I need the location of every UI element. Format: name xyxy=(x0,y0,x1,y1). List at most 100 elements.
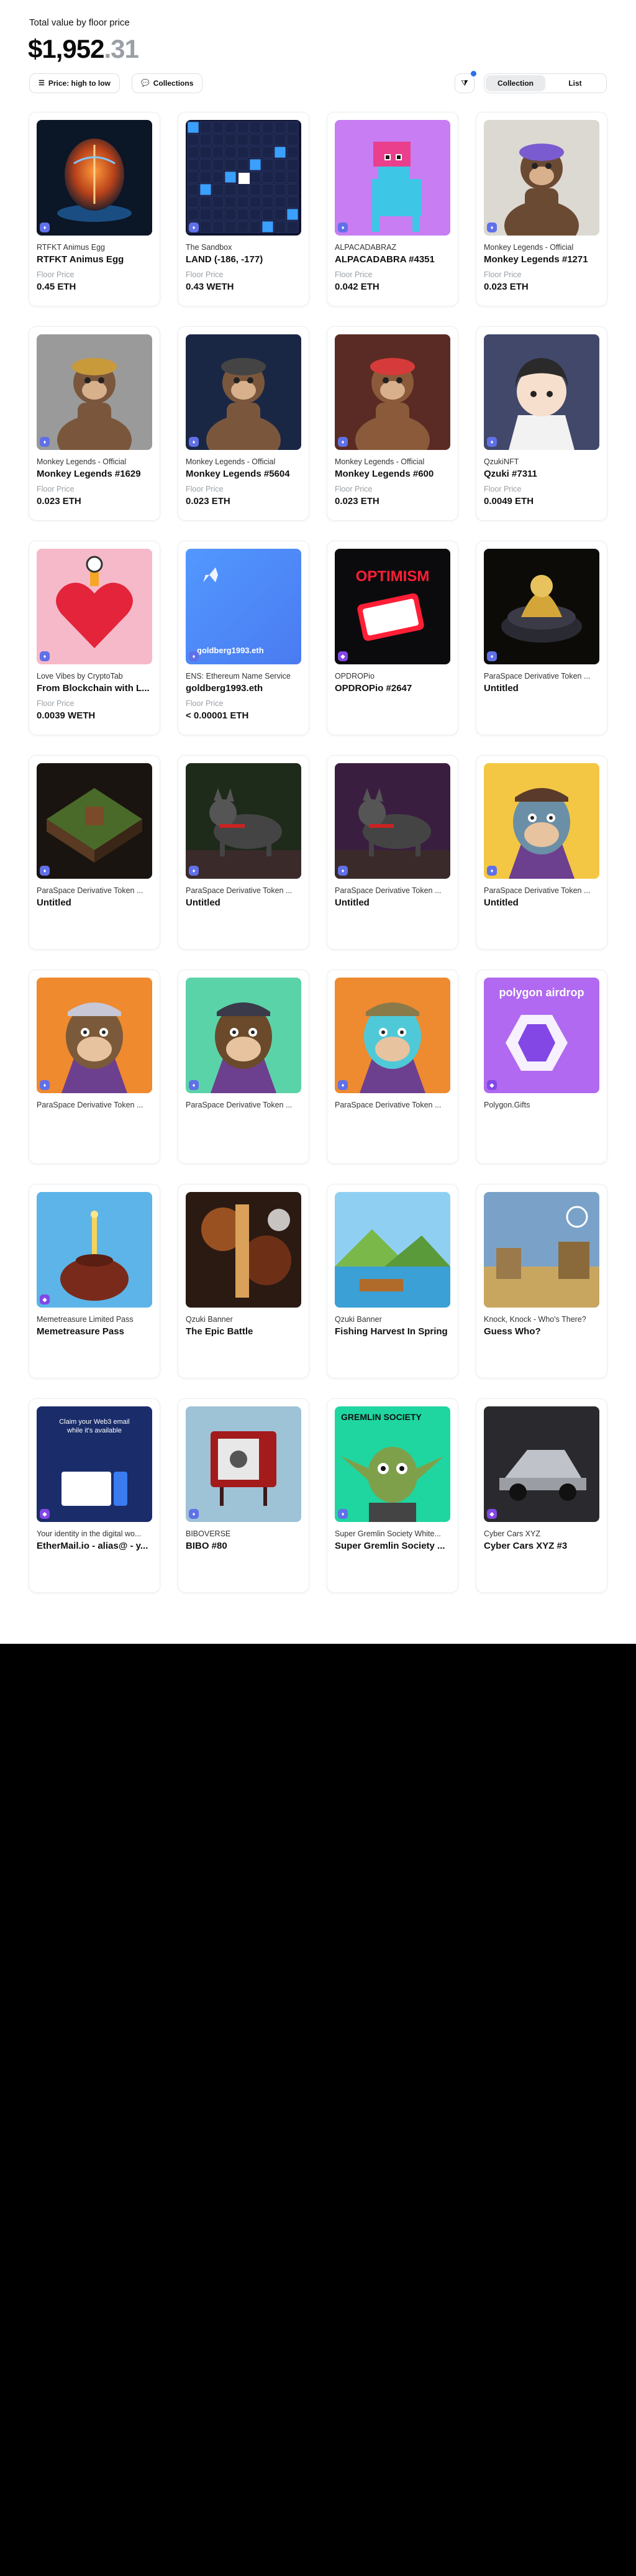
total-value-main: $1,952 xyxy=(28,34,104,63)
nft-card[interactable]: ♦ ParaSpace Derivative Token ... xyxy=(29,969,160,1164)
sort-button[interactable]: ☰ Price: high to low xyxy=(29,73,120,93)
nft-collection-name: Super Gremlin Society White... xyxy=(335,1529,441,1538)
nft-name: Monkey Legends #1629 xyxy=(37,469,141,479)
floor-price-value: 0.023 ETH xyxy=(335,496,379,506)
svg-text:while it's available: while it's available xyxy=(66,1427,122,1434)
nft-collection-name: ParaSpace Derivative Token ... xyxy=(484,886,591,895)
polygon-icon: ◆ xyxy=(40,1509,50,1519)
nft-image: ♦ xyxy=(335,978,450,1093)
ethereum-icon: ♦ xyxy=(40,1080,50,1090)
nft-card[interactable]: Claim your Web3 email while it's availabl… xyxy=(29,1398,160,1593)
floor-price-label: Floor Price xyxy=(186,699,224,708)
nft-collection-name: Qzuki Banner xyxy=(335,1315,382,1324)
ethereum-icon: ♦ xyxy=(338,437,348,447)
nft-image: ♦ xyxy=(484,549,599,664)
nft-name: Untitled xyxy=(37,897,71,908)
nft-card[interactable]: ♦ Monkey Legends - Official Monkey Legends… xyxy=(178,326,309,521)
nft-collection-name: RTFKT Animus Egg xyxy=(37,243,105,252)
filter-button[interactable]: ⧩ xyxy=(455,71,476,93)
ethereum-icon: ♦ xyxy=(487,651,497,661)
floor-price-label: Floor Price xyxy=(335,485,373,493)
ethereum-icon: ♦ xyxy=(40,866,50,876)
nft-name: EtherMail.io - alias@ - y... xyxy=(37,1541,148,1551)
nft-card[interactable]: ♦ RTFKT Animus Egg RTFKT Animus Egg Floor P… xyxy=(29,112,160,306)
nft-card[interactable]: ♦ QzukiNFT Qzuki #7311 Floor Price 0.0049 ET… xyxy=(476,326,607,521)
nft-card[interactable]: ♦ ParaSpace Derivative Token ... Untitled xyxy=(476,755,607,950)
ethereum-icon: ♦ xyxy=(189,1509,199,1519)
nft-card[interactable]: polygon airdrop ◆ Polygon.Gifts xyxy=(476,969,607,1164)
nft-card[interactable]: ♦ Monkey Legends - Official Monkey Legends… xyxy=(476,112,607,306)
nft-card[interactable]: ♦ ParaSpace Derivative Token ... xyxy=(327,969,458,1164)
nft-image: ♦ xyxy=(335,334,450,450)
nft-card[interactable]: Qzuki Banner The Epic Battle xyxy=(178,1184,309,1378)
nft-name: Untitled xyxy=(484,897,519,908)
nft-collection-name: Monkey Legends - Official xyxy=(484,243,574,252)
nft-card[interactable]: ◆ Cyber Cars XYZ Cyber Cars XYZ #3 xyxy=(476,1398,607,1593)
nft-name: Untitled xyxy=(335,897,370,908)
nft-collection-name: ParaSpace Derivative Token ... xyxy=(484,672,591,681)
total-value-cents: .31 xyxy=(104,34,139,63)
nft-card[interactable]: ♦ Love Vibes by CryptoTab From Blockchain … xyxy=(29,541,160,735)
view-list-tab[interactable]: List xyxy=(545,75,605,91)
svg-text:Claim your Web3 email: Claim your Web3 email xyxy=(59,1418,130,1426)
nft-collection-name: Monkey Legends - Official xyxy=(335,457,425,466)
floor-price-label: Floor Price xyxy=(484,485,522,493)
nft-card[interactable]: goldberg1993.eth ♦ ENS: Ethereum Name Serv… xyxy=(178,541,309,735)
nft-card[interactable]: ♦ ParaSpace Derivative Token ... Untitled xyxy=(476,541,607,735)
ethereum-icon: ♦ xyxy=(487,222,497,232)
svg-text:OPTIMISM: OPTIMISM xyxy=(356,568,430,585)
nft-collection-name: ParaSpace Derivative Token ... xyxy=(37,886,143,895)
nft-card[interactable]: ♦ ParaSpace Derivative Token ... xyxy=(178,969,309,1164)
nft-name: Memetreasure Pass xyxy=(37,1326,124,1337)
nft-card[interactable]: ♦ The Sandbox LAND (-186, -177) Floor Price… xyxy=(178,112,309,306)
polygon-icon: ◆ xyxy=(487,1509,497,1519)
floor-price-value: 0.023 ETH xyxy=(37,496,81,506)
nft-image: ♦ xyxy=(484,763,599,879)
nft-name: LAND (-186, -177) xyxy=(186,254,263,265)
floor-price-value: 0.0049 ETH xyxy=(484,496,534,506)
nft-card[interactable]: ♦ Monkey Legends - Official Monkey Legends… xyxy=(327,326,458,521)
nft-collection-name: ALPACADABRAZ xyxy=(335,243,397,252)
nft-name: goldberg1993.eth xyxy=(186,683,263,694)
nft-card[interactable]: ♦ ParaSpace Derivative Token ... Untitled xyxy=(178,755,309,950)
floor-price-label: Floor Price xyxy=(37,485,75,493)
ethereum-icon: ♦ xyxy=(40,222,50,232)
nft-card[interactable]: ♦ ParaSpace Derivative Token ... Untitled xyxy=(327,755,458,950)
floor-price-label: Floor Price xyxy=(484,270,522,279)
nft-collection-name: The Sandbox xyxy=(186,243,232,252)
ethereum-icon: ♦ xyxy=(338,1509,348,1519)
collections-button[interactable]: 💬 Collections xyxy=(132,73,203,93)
nft-card[interactable]: Qzuki Banner Fishing Harvest In Spring xyxy=(327,1184,458,1378)
nft-card[interactable]: OPTIMISM ◆ OPDROPio OPDROPio #2647 xyxy=(327,541,458,735)
floor-price-value: 0.0039 WETH xyxy=(37,710,96,721)
nft-image: ♦ xyxy=(186,978,301,1093)
nft-card[interactable]: ♦ BIBOVERSE BIBO #80 xyxy=(178,1398,309,1593)
nft-name: Fishing Harvest In Spring xyxy=(335,1326,448,1337)
ethereum-icon: ♦ xyxy=(189,651,199,661)
ethereum-icon: ♦ xyxy=(189,1080,199,1090)
ethereum-icon: ♦ xyxy=(189,222,199,232)
nft-card[interactable]: ♦ ParaSpace Derivative Token ... Untitled xyxy=(29,755,160,950)
nft-collection-name: ParaSpace Derivative Token ... xyxy=(335,886,442,895)
nft-image: ♦ xyxy=(37,334,152,450)
nft-collection-name: ParaSpace Derivative Token ... xyxy=(186,886,293,895)
nft-name: Monkey Legends #5604 xyxy=(186,469,290,479)
nft-image: ♦ xyxy=(186,763,301,879)
filter-active-dot xyxy=(471,71,476,76)
toolbar: ☰ Price: high to low 💬 Collections ⧩ Col… xyxy=(29,71,607,93)
nft-card[interactable]: GREMLIN SOCIETY ♦ Super Gremlin Society Wh… xyxy=(327,1398,458,1593)
nft-name: From Blockchain with L... xyxy=(37,683,150,694)
view-collection-tab[interactable]: Collection xyxy=(486,75,545,91)
chat-bubble-icon: 💬 xyxy=(141,79,150,87)
nft-image: ♦ xyxy=(484,334,599,450)
ethereum-icon: ♦ xyxy=(338,1080,348,1090)
nft-card[interactable]: ♦ ALPACADABRAZ ALPACADABRA #4351 Floor Pric… xyxy=(327,112,458,306)
ethereum-icon: ♦ xyxy=(487,437,497,447)
nft-image: OPTIMISM ◆ xyxy=(335,549,450,664)
collections-label: Collections xyxy=(153,79,194,88)
nft-collection-name: BIBOVERSE xyxy=(186,1529,231,1538)
nft-card[interactable]: Knock, Knock - Who's There? Guess Who? xyxy=(476,1184,607,1378)
nft-collection-name: ParaSpace Derivative Token ... xyxy=(186,1101,293,1109)
nft-card[interactable]: ♦ Monkey Legends - Official Monkey Legends… xyxy=(29,326,160,521)
nft-card[interactable]: ◆ Memetreasure Limited Pass Memetreasure P… xyxy=(29,1184,160,1378)
